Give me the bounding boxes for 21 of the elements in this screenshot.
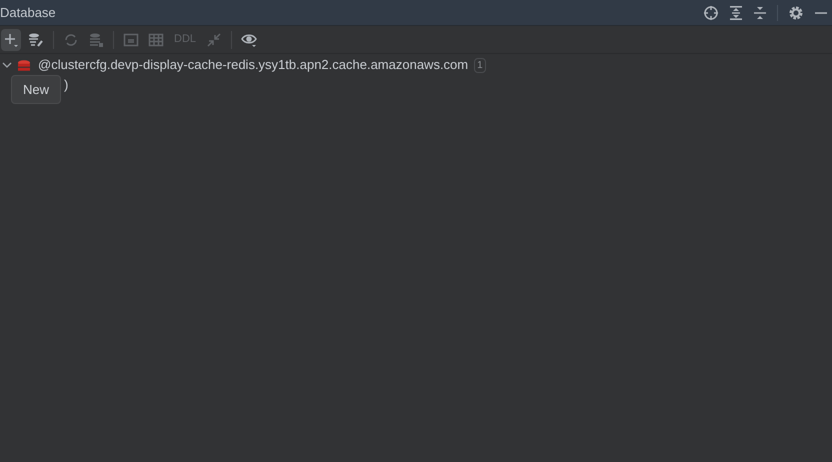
window-title: Database — [0, 4, 56, 22]
jump-icon — [206, 32, 222, 48]
stack-icon — [18, 60, 30, 70]
tree-item[interactable]: @clustercfg.devp-display-cache-redis.ysy1tb.apn2.cache.amazonaws.com 1 — [0, 55, 832, 75]
database-icon — [88, 32, 104, 48]
settings-icon[interactable] — [788, 4, 804, 20]
refresh-icon — [63, 32, 79, 48]
locate-icon[interactable] — [703, 4, 719, 20]
eye-icon — [241, 32, 258, 48]
console-icon — [123, 32, 139, 48]
expand-all-icon[interactable] — [729, 4, 743, 20]
table-icon — [148, 32, 164, 48]
connection-label: @clustercfg.devp-display-cache-redis.ysy1tb.apn2.cache.amazonaws.com — [38, 56, 468, 74]
database-wrench-icon — [28, 32, 44, 48]
chevron-icon[interactable] — [2, 60, 12, 70]
collapse-all-icon[interactable] — [753, 4, 767, 20]
count-badge: 1 — [474, 58, 486, 72]
tree-item-label[interactable]: ) — [64, 75, 68, 95]
tooltip: New — [11, 75, 61, 104]
add-icon — [3, 32, 19, 48]
toolbar-button[interactable] — [1, 28, 21, 50]
